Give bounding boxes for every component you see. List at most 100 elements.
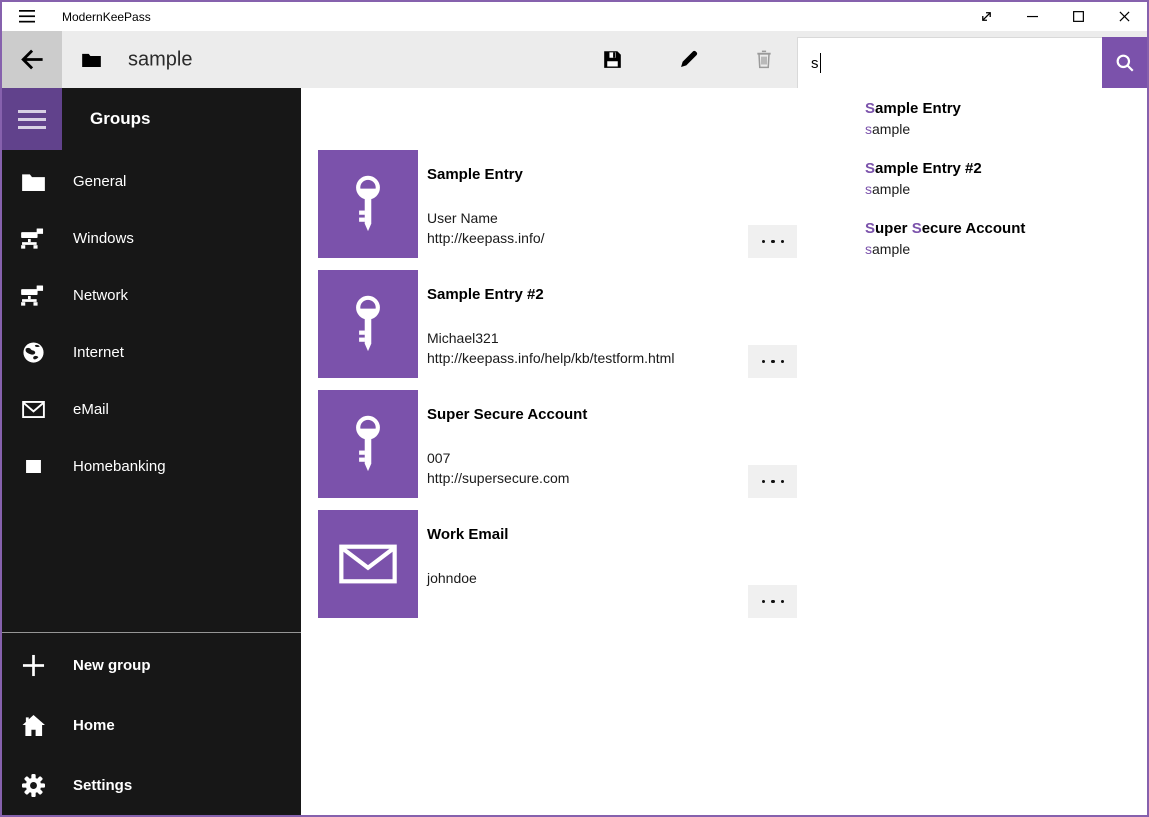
- delete-button[interactable]: [740, 31, 788, 88]
- entry-details: Michael321http://keepass.info/help/kb/te…: [427, 328, 742, 368]
- sidebar: Groups General Windows Network Internet eMai…: [2, 88, 301, 815]
- entry-details: User Namehttp://keepass.info/: [427, 208, 742, 248]
- entry-text: Work Email johndoe: [427, 510, 742, 588]
- key-icon: [349, 415, 387, 473]
- entry-sample-entry[interactable]: Sample Entry User Namehttp://keepass.info…: [318, 150, 798, 258]
- entry-line: johndoe: [427, 568, 742, 588]
- sidebar-action-home[interactable]: Home: [2, 695, 301, 755]
- trash-icon: [754, 49, 774, 70]
- key-icon: [349, 175, 387, 233]
- suggestion-title: Sample Entry: [865, 99, 1147, 119]
- entry-line: http://keepass.info/: [427, 228, 742, 248]
- key-icon: [349, 295, 387, 353]
- search-suggestions-flyout: Sample EntrysampleSample Entry #2sampleS…: [797, 88, 1147, 815]
- group-label: Internet: [73, 344, 124, 361]
- entry-title: Sample Entry: [427, 164, 742, 185]
- entry-title: Work Email: [427, 524, 742, 545]
- sidebar-item-network[interactable]: Network: [2, 267, 301, 324]
- maximize-button[interactable]: [1055, 2, 1101, 31]
- suggestion-item[interactable]: Sample Entry #2sample: [865, 159, 1147, 199]
- entry-text: Super Secure Account 007http://supersecur…: [427, 390, 742, 488]
- entry-line: http://keepass.info/help/kb/testform.htm…: [427, 348, 742, 368]
- back-button[interactable]: [2, 31, 62, 88]
- entry-line: http://supersecure.com: [427, 468, 742, 488]
- database-title: sample: [128, 48, 192, 71]
- mail-big-icon: [339, 544, 397, 584]
- titlebar-hamburger-icon[interactable]: [19, 10, 35, 23]
- suggestion-subtitle: sample: [865, 179, 1147, 199]
- close-icon: [1119, 11, 1130, 22]
- sidebar-action-new-group[interactable]: New group: [2, 635, 301, 695]
- back-arrow-icon: [19, 46, 46, 73]
- group-list: General Windows Network Internet eMailHomeba…: [2, 150, 301, 495]
- command-actions: [588, 31, 788, 88]
- entry-title: Super Secure Account: [427, 404, 742, 425]
- groups-header: Groups: [90, 109, 150, 129]
- suggestion-subtitle: sample: [865, 119, 1147, 139]
- entry-line: User Name: [427, 208, 742, 228]
- search-text: s: [811, 55, 819, 72]
- more-options-button[interactable]: [748, 345, 798, 378]
- entry-text: Sample Entry User Namehttp://keepass.info…: [427, 150, 742, 248]
- sidebar-item-general[interactable]: General: [2, 153, 301, 210]
- database-icon: [82, 53, 101, 67]
- action-label: New group: [73, 657, 151, 674]
- sidebar-item-windows[interactable]: Windows: [2, 210, 301, 267]
- sidebar-spacer: [2, 495, 301, 632]
- square-icon: [20, 460, 46, 473]
- search-icon: [1115, 53, 1135, 73]
- more-options-button[interactable]: [748, 585, 798, 618]
- entry-tile: [318, 390, 418, 498]
- edit-button[interactable]: [664, 31, 712, 88]
- globe-icon: [20, 341, 46, 364]
- fullscreen-button[interactable]: [963, 2, 1009, 31]
- titlebar: ModernKeePass: [2, 2, 1147, 31]
- entry-work-email[interactable]: Work Email johndoe: [318, 510, 798, 618]
- entry-super-secure-account[interactable]: Super Secure Account 007http://supersecur…: [318, 390, 798, 498]
- network-icon: [20, 285, 46, 306]
- entry-tile: [318, 270, 418, 378]
- minimize-button[interactable]: [1009, 2, 1055, 31]
- suggestion-subtitle: sample: [865, 239, 1147, 259]
- fullscreen-icon: [980, 10, 993, 23]
- edit-pencil-icon: [678, 49, 699, 70]
- save-button[interactable]: [588, 31, 636, 88]
- action-label: Home: [73, 717, 115, 734]
- suggestion-title: Super Secure Account: [865, 219, 1147, 239]
- mail-icon: [20, 401, 46, 418]
- sidebar-hamburger-button[interactable]: [2, 88, 62, 150]
- entry-line: 007: [427, 448, 742, 468]
- more-options-button[interactable]: [748, 225, 798, 258]
- suggestion-item[interactable]: Super Secure Accountsample: [865, 219, 1147, 259]
- entry-tile: [318, 150, 418, 258]
- search-input[interactable]: s: [797, 37, 1102, 88]
- action-label: Settings: [73, 777, 132, 794]
- gear-icon: [20, 774, 46, 797]
- entry-sample-entry-2[interactable]: Sample Entry #2 Michael321http://keepass.…: [318, 270, 798, 378]
- maximize-icon: [1073, 11, 1084, 22]
- sidebar-item-homebanking[interactable]: Homebanking: [2, 438, 301, 495]
- group-label: Windows: [73, 230, 134, 247]
- text-caret: [820, 53, 821, 73]
- suggestion-title: Sample Entry #2: [865, 159, 1147, 179]
- sidebar-action-settings[interactable]: Settings: [2, 755, 301, 815]
- entry-title: Sample Entry #2: [427, 284, 742, 305]
- ellipsis-icon: [762, 360, 766, 364]
- suggestion-item[interactable]: Sample Entrysample: [865, 99, 1147, 139]
- search-button[interactable]: [1102, 37, 1147, 88]
- app-title: ModernKeePass: [62, 10, 151, 24]
- close-button[interactable]: [1101, 2, 1147, 31]
- sidebar-item-internet[interactable]: Internet: [2, 324, 301, 381]
- entry-line: Michael321: [427, 328, 742, 348]
- app-window: ModernKeePass sample s Groups Ge: [0, 0, 1149, 817]
- ellipsis-icon: [762, 480, 766, 484]
- home-icon: [20, 715, 46, 736]
- plus-icon: [20, 654, 46, 677]
- minimize-icon: [1027, 11, 1038, 22]
- sidebar-actions: New group Home Settings: [2, 633, 301, 815]
- more-options-button[interactable]: [748, 465, 798, 498]
- entry-tile: [318, 510, 418, 618]
- sidebar-item-email[interactable]: eMail: [2, 381, 301, 438]
- entry-text: Sample Entry #2 Michael321http://keepass.…: [427, 270, 742, 368]
- ellipsis-icon: [762, 240, 766, 244]
